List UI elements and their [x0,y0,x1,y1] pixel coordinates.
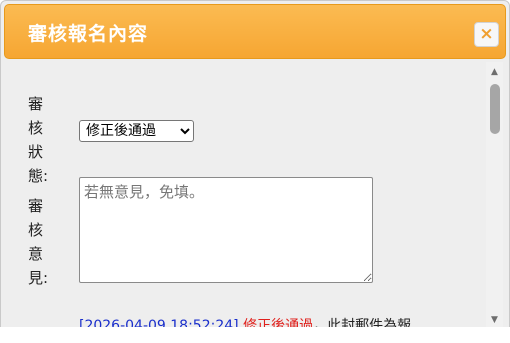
dialog-titlebar: 審核報名內容 × [4,4,506,59]
review-status-select[interactable]: 修正後通過 [79,120,194,142]
review-opinion-label: 審核意見: [28,197,49,287]
content-scrollbar[interactable]: ▲ ▼ [486,62,503,328]
review-dialog: 審核報名內容 × 審核狀態: 修正後通過 審核意見: [2026-04-09 1… [0,0,510,343]
close-icon: × [479,24,494,44]
dialog-title: 審核報名內容 [28,23,149,45]
close-button[interactable]: × [474,22,499,47]
arrow-down-icon[interactable]: ▼ [486,312,503,328]
review-opinion-input[interactable] [79,177,373,283]
review-status-label: 審核狀態: [28,95,49,185]
scrollbar-thumb[interactable] [490,84,500,134]
arrow-up-icon[interactable]: ▲ [486,64,503,80]
dialog-content: 審核狀態: 修正後通過 審核意見: [2026-04-09 18:52:24] … [4,62,485,342]
bottom-strip [0,327,510,343]
